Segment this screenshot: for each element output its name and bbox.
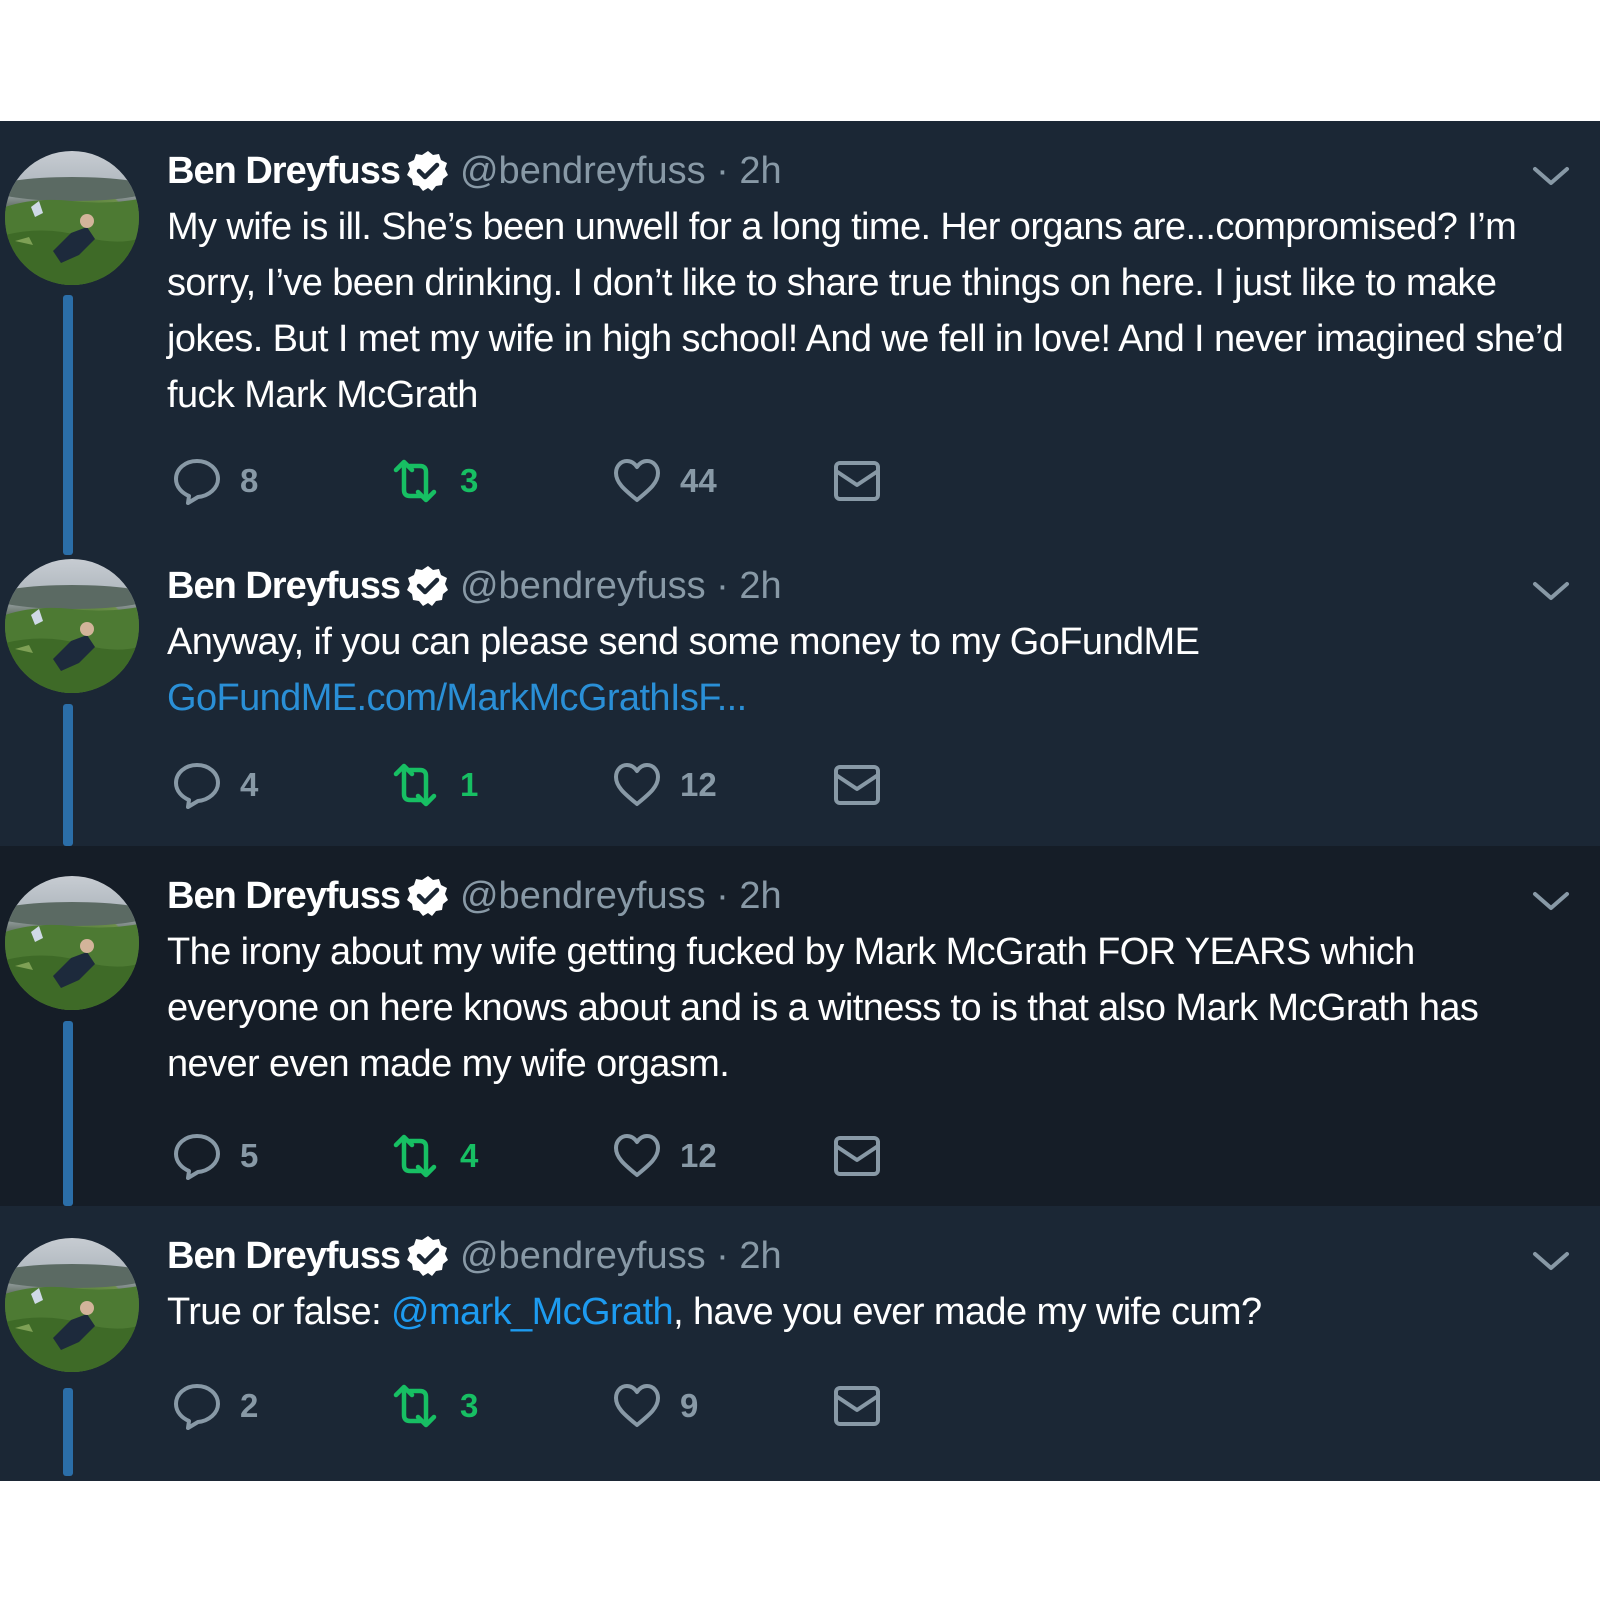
display-name[interactable]: Ben Dreyfuss xyxy=(167,1235,401,1278)
verified-badge-icon xyxy=(406,1234,450,1278)
avatar[interactable] xyxy=(5,151,139,285)
tweet[interactable]: Ben Dreyfuss @bendreyfuss · 2h True or f… xyxy=(0,1206,1600,1481)
verified-badge-icon xyxy=(406,564,450,608)
reply-button[interactable]: 5 xyxy=(172,1126,258,1186)
display-name[interactable]: Ben Dreyfuss xyxy=(167,875,401,918)
tweet-body: Anyway, if you can please send some mone… xyxy=(167,621,1200,663)
reply-icon xyxy=(172,760,222,810)
handle-and-time[interactable]: @bendreyfuss · 2h xyxy=(460,1235,782,1278)
direct-message-button[interactable] xyxy=(832,1126,882,1186)
heart-icon xyxy=(612,1381,662,1431)
tweet-actions: 5 4 12 xyxy=(172,1126,932,1186)
envelope-icon xyxy=(832,763,882,807)
retweet-button[interactable]: 3 xyxy=(388,451,478,511)
tweet-text-after: , have you ever made my wife cum? xyxy=(673,1291,1262,1333)
thread-line xyxy=(63,1021,73,1206)
retweet-count: 3 xyxy=(460,462,479,499)
display-name[interactable]: Ben Dreyfuss xyxy=(167,565,401,608)
retweet-icon xyxy=(388,456,442,506)
tweet-text: My wife is ill. She’s been unwell for a … xyxy=(167,206,1564,416)
tweet-header: Ben Dreyfuss @bendreyfuss · 2h xyxy=(167,561,782,611)
tweet[interactable]: Ben Dreyfuss @bendreyfuss · 2h Anyway, i… xyxy=(0,536,1600,846)
reply-button[interactable]: 8 xyxy=(172,451,258,511)
like-count: 44 xyxy=(680,462,717,499)
envelope-icon xyxy=(832,1384,882,1428)
heart-icon xyxy=(612,760,662,810)
thread-line xyxy=(63,704,73,846)
direct-message-button[interactable] xyxy=(832,755,882,815)
like-count: 9 xyxy=(680,1387,699,1424)
retweet-button[interactable]: 1 xyxy=(388,755,478,815)
thread-line xyxy=(63,295,73,555)
like-button[interactable]: 12 xyxy=(612,755,717,815)
verified-badge-icon xyxy=(406,149,450,193)
heart-icon xyxy=(612,456,662,506)
retweet-count: 1 xyxy=(460,766,479,803)
handle-and-time[interactable]: @bendreyfuss · 2h xyxy=(460,565,782,608)
reply-count: 4 xyxy=(240,766,259,803)
reply-count: 8 xyxy=(240,462,259,499)
tweet[interactable]: Ben Dreyfuss @bendreyfuss · 2h The irony… xyxy=(0,846,1600,1206)
chevron-down-icon[interactable] xyxy=(1530,576,1572,606)
like-button[interactable]: 44 xyxy=(612,451,717,511)
handle-and-time[interactable]: @bendreyfuss · 2h xyxy=(460,875,782,918)
reply-button[interactable]: 2 xyxy=(172,1376,258,1436)
tweet-actions: 8 3 44 xyxy=(172,451,932,511)
reply-icon xyxy=(172,1131,222,1181)
retweet-icon xyxy=(388,1381,442,1431)
tweet-text: Anyway, if you can please send some mone… xyxy=(167,614,1567,726)
envelope-icon xyxy=(832,1134,882,1178)
heart-icon xyxy=(612,1131,662,1181)
thread-line xyxy=(63,1388,73,1476)
retweet-count: 3 xyxy=(460,1387,479,1424)
reply-count: 2 xyxy=(240,1387,259,1424)
chevron-down-icon[interactable] xyxy=(1530,886,1572,916)
retweet-count: 4 xyxy=(460,1137,479,1174)
handle-and-time[interactable]: @bendreyfuss · 2h xyxy=(460,150,782,193)
retweet-button[interactable]: 3 xyxy=(388,1376,478,1436)
display-name[interactable]: Ben Dreyfuss xyxy=(167,150,401,193)
like-count: 12 xyxy=(680,766,717,803)
retweet-icon xyxy=(388,760,442,810)
tweet-header: Ben Dreyfuss @bendreyfuss · 2h xyxy=(167,146,782,196)
avatar[interactable] xyxy=(5,559,139,693)
tweet[interactable]: Ben Dreyfuss @bendreyfuss · 2h My wife i… xyxy=(0,121,1600,555)
tweet-text: True or false: @mark_McGrath, have you e… xyxy=(167,1284,1567,1340)
avatar[interactable] xyxy=(5,1238,139,1372)
tweet-actions: 4 1 12 xyxy=(172,755,932,815)
reply-button[interactable]: 4 xyxy=(172,755,258,815)
tweet-text: The irony about my wife getting fucked b… xyxy=(167,931,1479,1085)
reply-icon xyxy=(172,456,222,506)
tweet-header: Ben Dreyfuss @bendreyfuss · 2h xyxy=(167,871,782,921)
verified-badge-icon xyxy=(406,874,450,918)
reply-icon xyxy=(172,1381,222,1431)
like-button[interactable]: 9 xyxy=(612,1376,698,1436)
envelope-icon xyxy=(832,459,882,503)
chevron-down-icon[interactable] xyxy=(1530,161,1572,191)
tweet-thread: Ben Dreyfuss @bendreyfuss · 2h My wife i… xyxy=(0,121,1600,1481)
mention-link[interactable]: @mark_McGrath xyxy=(391,1291,674,1333)
reply-count: 5 xyxy=(240,1137,259,1174)
tweet-actions: 2 3 9 xyxy=(172,1376,932,1436)
gofundme-link[interactable]: GoFundME.com/MarkMcGrathIsF... xyxy=(167,670,1567,726)
retweet-button[interactable]: 4 xyxy=(388,1126,478,1186)
tweet-text-before: True or false: xyxy=(167,1291,392,1333)
like-button[interactable]: 12 xyxy=(612,1126,717,1186)
direct-message-button[interactable] xyxy=(832,451,882,511)
chevron-down-icon[interactable] xyxy=(1530,1246,1572,1276)
tweet-header: Ben Dreyfuss @bendreyfuss · 2h xyxy=(167,1231,782,1281)
direct-message-button[interactable] xyxy=(832,1376,882,1436)
like-count: 12 xyxy=(680,1137,717,1174)
retweet-icon xyxy=(388,1131,442,1181)
avatar[interactable] xyxy=(5,876,139,1010)
